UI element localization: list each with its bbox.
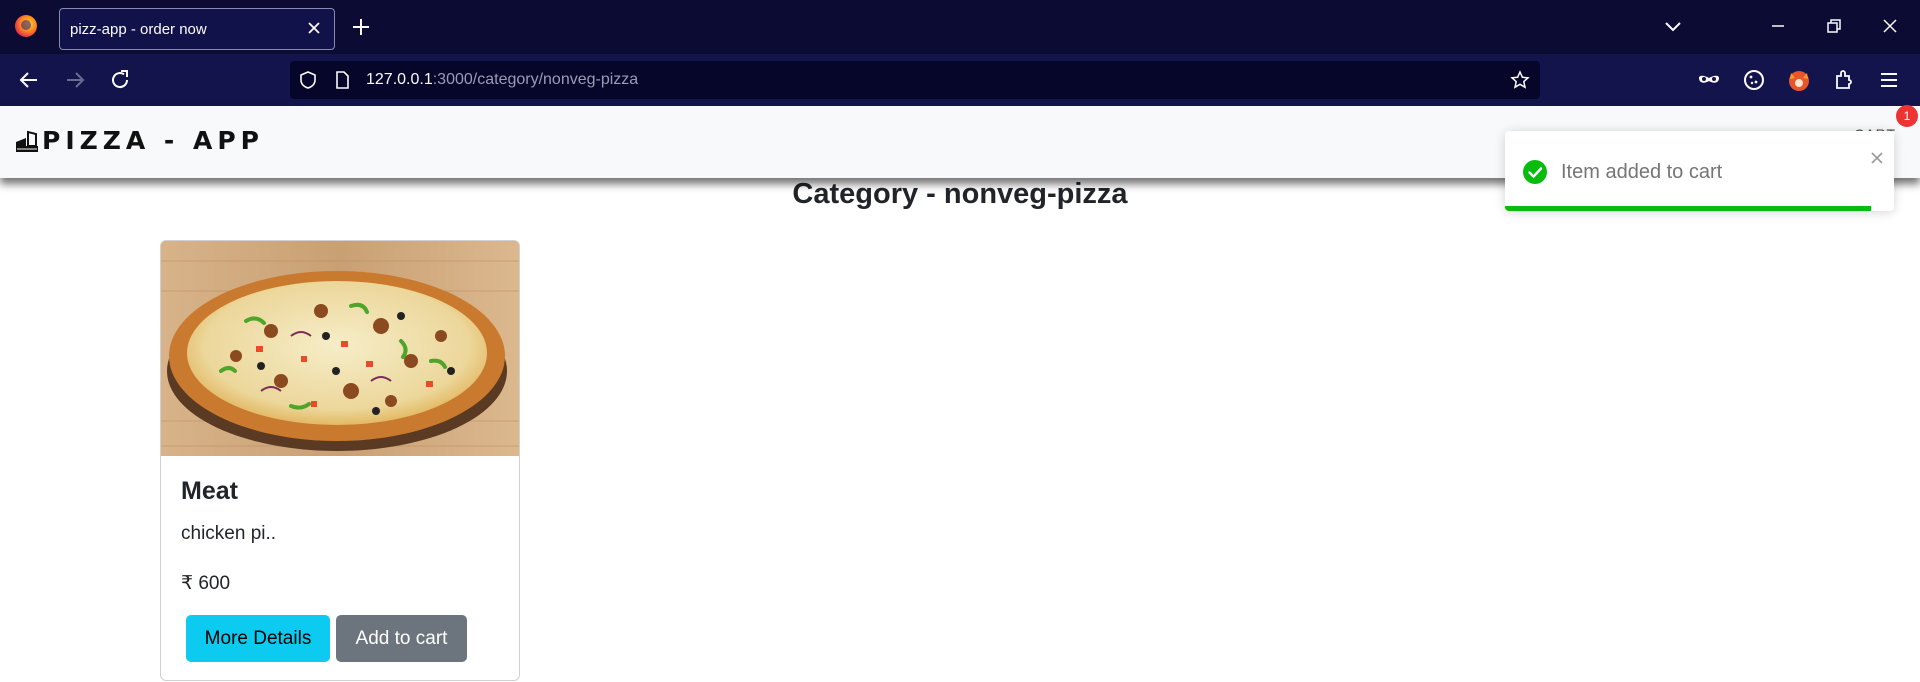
reload-icon[interactable]: [107, 67, 133, 93]
brand[interactable]: PIZZA - APP: [14, 126, 264, 155]
mask-icon[interactable]: [1696, 67, 1722, 93]
toast-progress-bar: [1505, 206, 1871, 211]
cart-count-badge: 1: [1896, 105, 1918, 127]
plus-icon[interactable]: [350, 16, 372, 38]
product-name: Meat: [181, 477, 238, 505]
forward-icon[interactable]: [62, 67, 88, 93]
url-path: :3000/category/nonveg-pizza: [432, 71, 639, 88]
menu-icon[interactable]: [1876, 67, 1902, 93]
close-icon[interactable]: [304, 18, 324, 38]
url-bar[interactable]: 127.0.0.1:3000/category/nonveg-pizza: [290, 61, 1540, 99]
chevron-down-icon[interactable]: [1661, 14, 1685, 38]
toast-notification[interactable]: Item added to cart: [1505, 131, 1894, 211]
close-window-icon[interactable]: [1878, 14, 1902, 38]
pizza-slice-icon: [16, 130, 38, 152]
tab-title: pizz-app - order now: [70, 21, 207, 38]
fox-icon[interactable]: [1786, 67, 1812, 93]
product-card: Meat chicken pi.. ₹ 600 More Details Add…: [160, 240, 520, 681]
cookie-icon[interactable]: [1741, 67, 1767, 93]
product-price: ₹ 600: [181, 573, 231, 594]
minimize-icon[interactable]: [1766, 14, 1790, 38]
checkmark-circle-icon: [1523, 160, 1547, 184]
star-icon[interactable]: [1510, 70, 1530, 90]
page-icon[interactable]: [332, 70, 352, 90]
extensions-icon[interactable]: [1831, 67, 1857, 93]
firefox-icon[interactable]: [15, 15, 37, 37]
add-to-cart-button[interactable]: Add to cart: [336, 615, 467, 662]
more-details-button[interactable]: More Details: [186, 615, 330, 662]
toast-message: Item added to cart: [1561, 161, 1723, 183]
brand-name: PIZZA - APP: [42, 126, 265, 155]
browser-tab-strip: pizz-app - order now: [0, 0, 1920, 54]
product-description: chicken pi..: [181, 523, 277, 544]
url-host: 127.0.0.1: [366, 71, 433, 88]
pizza-image: [161, 241, 519, 456]
shield-icon[interactable]: [298, 70, 318, 90]
close-icon[interactable]: [1868, 149, 1886, 167]
back-icon[interactable]: [16, 67, 42, 93]
url-text[interactable]: 127.0.0.1:3000/category/nonveg-pizza: [366, 71, 638, 89]
browser-toolbar: 127.0.0.1:3000/category/nonveg-pizza: [0, 54, 1920, 106]
browser-tab[interactable]: pizz-app - order now: [59, 8, 335, 50]
restore-icon[interactable]: [1822, 14, 1846, 38]
